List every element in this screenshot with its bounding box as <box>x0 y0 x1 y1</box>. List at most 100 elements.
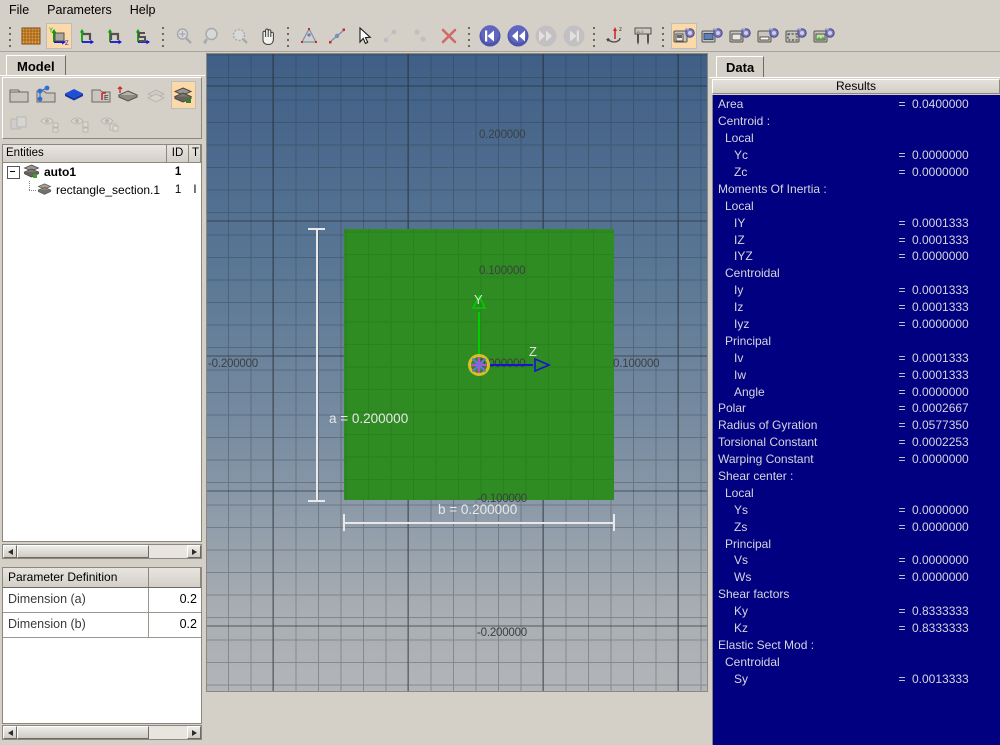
model-tool-pages[interactable] <box>6 110 34 138</box>
result-row[interactable]: Moments Of Inertia : <box>713 180 1000 197</box>
model-tool-solid[interactable] <box>61 81 86 109</box>
result-row[interactable]: Shear factors <box>713 586 1000 603</box>
result-row[interactable]: Kz = 0.8333333 <box>713 620 1000 637</box>
toolbar-select-pointer[interactable] <box>352 23 378 49</box>
result-row[interactable]: Zc = 0.0000000 <box>713 164 1000 181</box>
entities-column-type[interactable]: T <box>189 145 201 162</box>
results-list[interactable]: Area = 0.0400000 Centroid : Local Yc = 0.000000… <box>712 95 1000 745</box>
toolbar-zoom-fit[interactable] <box>171 23 197 49</box>
toolbar-line-segment[interactable] <box>324 23 350 49</box>
result-row[interactable]: Iv = 0.0001333 <box>713 349 1000 366</box>
result-row[interactable]: Ys = 0.0000000 <box>713 501 1000 518</box>
parameter-column-name[interactable]: Parameter Definition <box>3 568 149 587</box>
toolbar-node-pick[interactable] <box>380 23 406 49</box>
entity-name-cell[interactable]: auto1 <box>3 164 167 180</box>
scroll-right-button[interactable] <box>187 545 201 558</box>
toolbar-grip[interactable] <box>7 24 14 48</box>
toolbar-caliper[interactable]: 11.0 <box>630 23 656 49</box>
menu-file[interactable]: File <box>0 1 38 19</box>
parameter-column-value[interactable] <box>149 568 201 587</box>
result-row[interactable]: Polar = 0.0002667 <box>713 400 1000 417</box>
model-tool-eye-list[interactable] <box>36 110 64 138</box>
result-row[interactable]: Vs = 0.0000000 <box>713 552 1000 569</box>
model-tool-section-stack[interactable] <box>170 80 196 109</box>
parameter-input-dimension-a[interactable]: 0.2 <box>149 588 201 613</box>
result-row[interactable]: Iy = 0.0001333 <box>713 282 1000 299</box>
result-row[interactable]: Ky = 0.8333333 <box>713 603 1000 620</box>
origin-marker-icon[interactable] <box>467 353 491 377</box>
toolbar-last[interactable] <box>561 23 587 49</box>
model-tool-section-add[interactable] <box>116 81 141 109</box>
result-row[interactable]: Local <box>713 484 1000 501</box>
result-row[interactable]: IYZ = 0.0000000 <box>713 248 1000 265</box>
results-column-header[interactable]: Results <box>712 79 1000 94</box>
tab-data[interactable]: Data <box>716 56 765 78</box>
result-row[interactable]: Iw = 0.0001333 <box>713 366 1000 383</box>
toolbar-grid[interactable] <box>18 23 44 49</box>
toolbar-previous[interactable] <box>505 23 531 49</box>
result-row[interactable]: Local <box>713 130 1000 147</box>
toolbar-view-iso1[interactable] <box>74 23 100 49</box>
scroll-trough[interactable] <box>149 545 187 558</box>
result-row[interactable]: Centroidal <box>713 265 1000 282</box>
scroll-left-button[interactable] <box>3 726 17 739</box>
toolbar-zoom-in[interactable]: + <box>199 23 225 49</box>
model-tool-eye-copy[interactable] <box>96 110 124 138</box>
scroll-thumb[interactable] <box>17 726 149 739</box>
toolbar-delete[interactable] <box>436 23 462 49</box>
toolbar-camera-save[interactable] <box>671 22 697 49</box>
toolbar-camera-region[interactable] <box>783 23 809 49</box>
scroll-trough[interactable] <box>149 726 187 739</box>
result-row[interactable]: Angle = 0.0000000 <box>713 383 1000 400</box>
result-row[interactable]: Elastic Sect Mod : <box>713 637 1000 654</box>
toolbar-camera-window[interactable] <box>727 23 753 49</box>
result-row[interactable]: Shear center : <box>713 468 1000 485</box>
toolbar-camera-bar[interactable] <box>755 23 781 49</box>
result-row[interactable]: Radius of Gyration = 0.0577350 <box>713 417 1000 434</box>
result-row[interactable]: IY = 0.0001333 <box>713 214 1000 231</box>
toolbar-grip-4[interactable] <box>466 24 473 48</box>
model-tool-folder[interactable] <box>6 81 31 109</box>
toolbar-grip-6[interactable] <box>660 24 667 48</box>
result-row[interactable]: Sy = 0.0013333 <box>713 670 1000 687</box>
result-row[interactable]: Iyz = 0.0000000 <box>713 316 1000 333</box>
result-row[interactable]: Yc = 0.0000000 <box>713 147 1000 164</box>
result-row[interactable]: Centroidal <box>713 653 1000 670</box>
table-row[interactable]: auto1 1 <box>3 163 201 181</box>
result-row[interactable]: Principal <box>713 332 1000 349</box>
entities-column-name[interactable]: Entities <box>3 145 168 162</box>
toolbar-camera-image[interactable] <box>811 23 837 49</box>
result-row[interactable]: Zs = 0.0000000 <box>713 518 1000 535</box>
entity-name-cell[interactable]: rectangle_section.1 <box>3 181 167 199</box>
toolbar-grip-2[interactable] <box>160 24 167 48</box>
result-row[interactable]: Area = 0.0400000 <box>713 96 1000 113</box>
result-row[interactable]: Centroid : <box>713 113 1000 130</box>
parameter-hscrollbar[interactable] <box>2 725 202 740</box>
toolbar-next[interactable] <box>533 23 559 49</box>
menu-help[interactable]: Help <box>121 1 165 19</box>
parameter-input-dimension-b[interactable]: 0.2 <box>149 613 201 638</box>
toolbar-grip-5[interactable] <box>591 24 598 48</box>
tree-expander-icon[interactable] <box>7 165 20 179</box>
toolbar-view-iso3[interactable] <box>130 23 156 49</box>
toolbar-view-yz[interactable]: Y Z <box>46 22 72 49</box>
toolbar-view-iso2[interactable] <box>102 23 128 49</box>
graphics-viewport[interactable]: 0.200000 0.100000 0.000000 -0.100000 -0.… <box>207 54 707 691</box>
result-row[interactable]: Iz = 0.0001333 <box>713 299 1000 316</box>
model-tool-network[interactable] <box>33 81 58 109</box>
toolbar-zoom-window[interactable] <box>227 23 253 49</box>
result-row[interactable]: Ws = 0.0000000 <box>713 569 1000 586</box>
model-tool-extract[interactable]: E <box>88 81 113 109</box>
entities-column-id[interactable]: ID <box>167 145 189 162</box>
toolbar-grip-3[interactable] <box>285 24 292 48</box>
toolbar-node-group[interactable] <box>408 23 434 49</box>
tab-model[interactable]: Model <box>6 55 66 76</box>
model-tool-eye-items[interactable] <box>66 110 94 138</box>
toolbar-pan[interactable] <box>255 23 281 49</box>
result-row[interactable]: Local <box>713 197 1000 214</box>
toolbar-camera-screen[interactable] <box>699 23 725 49</box>
toolbar-mesh-triangle[interactable] <box>296 23 322 49</box>
scroll-right-button[interactable] <box>187 726 201 739</box>
menu-parameters[interactable]: Parameters <box>38 1 121 19</box>
scroll-left-button[interactable] <box>3 545 17 558</box>
